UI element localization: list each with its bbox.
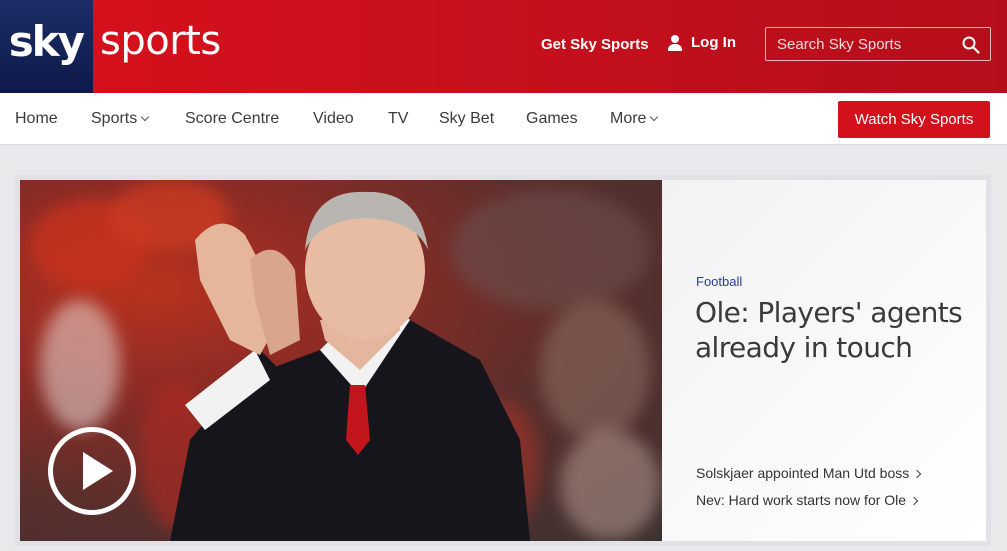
nav-label: Sports [91, 110, 138, 127]
hero-story: Football Ole: Players' agents already in… [15, 175, 991, 546]
chevron-right-icon [909, 496, 919, 506]
nav-label: TV [388, 110, 409, 127]
nav-label: Games [526, 110, 578, 127]
nav-label: More [610, 110, 647, 127]
search-icon[interactable] [962, 36, 980, 54]
hero-image[interactable] [20, 180, 662, 541]
chevron-right-icon [912, 469, 922, 479]
hero-headline[interactable]: Ole: Players' agents already in touch [695, 295, 975, 365]
chevron-down-icon [141, 112, 150, 122]
login-link[interactable]: Log In [668, 34, 736, 51]
search-box [765, 27, 991, 61]
watch-sky-sports-button[interactable]: Watch Sky Sports [838, 101, 990, 138]
category-label[interactable]: Football [696, 274, 742, 289]
related-link[interactable]: Solskjaer appointed Man Utd boss [696, 465, 922, 481]
user-icon [668, 34, 682, 51]
sky-logo[interactable]: sky [0, 0, 93, 93]
nav-item-sports[interactable]: Sports [91, 110, 150, 128]
nav-item-score-centre[interactable]: Score Centre [185, 110, 279, 128]
related-link-label: Solskjaer appointed Man Utd boss [696, 465, 910, 481]
search-input[interactable] [766, 35, 956, 53]
nav-item-games[interactable]: Games [526, 110, 578, 128]
site-header: sky sports Get Sky Sports Log In [0, 0, 1007, 93]
login-label: Log In [691, 34, 736, 51]
main-nav: Home Sports Score Centre Video TV Sky Be… [0, 93, 1007, 145]
nav-item-tv[interactable]: TV [388, 110, 408, 128]
nav-item-sky-bet[interactable]: Sky Bet [439, 110, 494, 128]
nav-label: Home [15, 110, 58, 127]
play-video-button[interactable] [48, 427, 136, 515]
get-sky-sports-link[interactable]: Get Sky Sports [541, 36, 649, 53]
nav-item-more[interactable]: More [610, 110, 659, 128]
sports-logo-text[interactable]: sports [100, 18, 221, 64]
nav-label: Video [313, 110, 354, 127]
nav-label: Sky Bet [439, 110, 495, 127]
nav-item-home[interactable]: Home [15, 110, 58, 128]
nav-label: Score Centre [185, 110, 280, 127]
related-link-label: Nev: Hard work starts now for Ole [696, 492, 907, 508]
play-icon [83, 452, 113, 490]
related-link[interactable]: Nev: Hard work starts now for Ole [696, 492, 919, 508]
chevron-down-icon [650, 112, 659, 122]
nav-item-video[interactable]: Video [313, 110, 354, 128]
sky-logo-text: sky [8, 17, 85, 66]
hero-text-panel: Football Ole: Players' agents already in… [662, 180, 986, 541]
